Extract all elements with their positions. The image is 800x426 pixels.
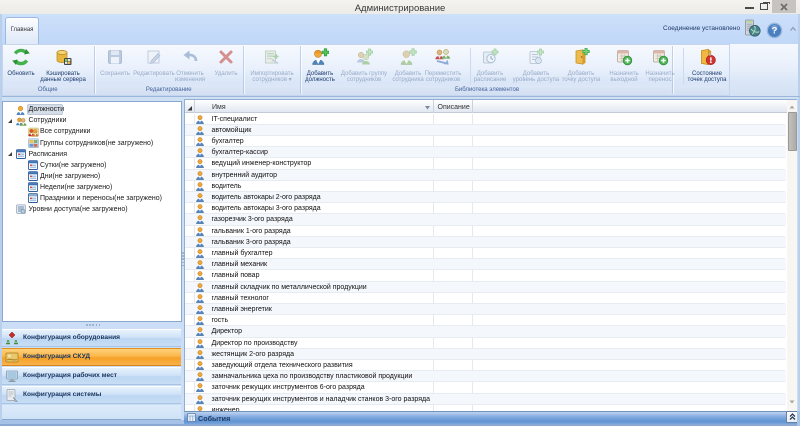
svg-text:?: ? bbox=[772, 26, 778, 37]
